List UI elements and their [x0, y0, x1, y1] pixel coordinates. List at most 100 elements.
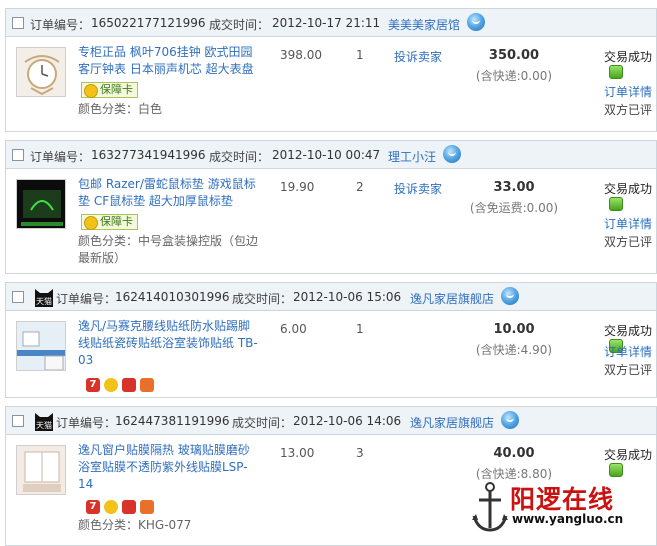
product-title-link[interactable]: 专柜正品 枫叶706挂钟 欧式田园客厅钟表 日本丽声机芯 超大表盘	[78, 44, 260, 78]
order-no-label: 订单编号：	[56, 416, 117, 430]
quantity: 1	[356, 322, 364, 336]
tmall-icon: 天猫	[35, 289, 53, 307]
shop-link[interactable]: 逸凡家居旗舰店	[410, 414, 494, 431]
order-header: 订单编号： 163277341941996 成交时间： 2012-10-10 0…	[6, 141, 656, 169]
wangwang-chat-icon[interactable]	[467, 13, 485, 31]
unit-price: 398.00	[280, 48, 322, 62]
product-title-link[interactable]: 包邮 Razer/雷蛇鼠标垫 游戏鼠标垫 CF鼠标垫 超大加厚鼠标垫	[78, 176, 260, 210]
order-checkbox[interactable]	[12, 149, 24, 161]
order-total: 10.00	[493, 322, 535, 337]
order-no-label: 订单编号：	[30, 150, 91, 164]
watermark-text: 阳逻在线	[510, 485, 615, 514]
shipping-fee: (含快递:0.00)	[475, 69, 553, 83]
deal-time: 2012-10-17 21:11	[272, 16, 381, 30]
order-checkbox[interactable]	[12, 17, 24, 29]
trade-status: 交易成功	[604, 324, 653, 338]
order-detail-link[interactable]: 订单详情	[604, 343, 652, 360]
trade-status: 交易成功	[604, 182, 653, 196]
variant-value: KHG-077	[138, 518, 192, 532]
order-header: 天猫 订单编号： 162447381191996 成交时间： 2012-10-0…	[6, 407, 656, 435]
unit-price: 19.90	[280, 180, 315, 194]
order-no: 162414010301996	[115, 290, 230, 304]
order-detail-link[interactable]: 订单详情	[604, 215, 652, 232]
order-total: 350.00	[488, 48, 540, 63]
order-checkbox[interactable]	[12, 415, 24, 427]
wangwang-chat-icon[interactable]	[443, 145, 461, 163]
deal-time: 2012-10-06 15:06	[293, 290, 402, 304]
tmall-icon-text: 天猫	[36, 296, 52, 306]
product-variant: 颜色分类：中号盒装操控版（包边最新版）	[78, 233, 263, 267]
shipping-fee: (含快递:4.90)	[475, 343, 553, 357]
service-icons: 7	[86, 377, 158, 392]
order-header: 天猫 订单编号： 162414010301996 成交时间： 2012-10-0…	[6, 283, 656, 311]
quantity: 2	[356, 180, 364, 194]
order-card: 天猫 订单编号： 162414010301996 成交时间： 2012-10-0…	[5, 282, 657, 398]
rating-status: 双方已评	[604, 103, 653, 117]
unit-price: 13.00	[280, 446, 315, 460]
deal-time-label: 成交时间：	[232, 292, 293, 306]
status-icon	[609, 197, 623, 211]
product-variant: 颜色分类：白色	[78, 101, 263, 118]
order-card: 订单编号： 163277341941996 成交时间： 2012-10-10 0…	[5, 140, 657, 274]
guarantee-icon[interactable]	[104, 377, 118, 392]
genuine-icon[interactable]	[122, 377, 136, 392]
variant-label: 颜色分类：	[78, 102, 139, 116]
deal-time: 2012-10-10 00:47	[272, 148, 381, 162]
shop-link[interactable]: 理工小汪	[388, 148, 436, 165]
deal-time: 2012-10-06 14:06	[293, 414, 402, 428]
seven-day-return-icon[interactable]: 7	[86, 377, 100, 392]
variant-label: 颜色分类：	[78, 518, 139, 532]
seven-day-return-icon[interactable]: 7	[86, 499, 100, 514]
shipping-fee: (含免运费:0.00)	[469, 201, 559, 215]
service-icons: 7	[86, 499, 158, 514]
product-thumbnail[interactable]	[16, 445, 66, 495]
order-header: 订单编号： 165022177121996 成交时间： 2012-10-17 2…	[6, 9, 656, 37]
quantity: 1	[356, 48, 364, 62]
tmall-icon-text: 天猫	[36, 420, 52, 430]
shop-link[interactable]: 美美美家居馆	[388, 16, 460, 33]
order-no: 165022177121996	[91, 16, 206, 30]
guarantee-icon[interactable]	[104, 499, 118, 514]
shop-link[interactable]: 逸凡家居旗舰店	[410, 290, 494, 307]
bathroom-image	[17, 322, 65, 370]
variant-value: 白色	[138, 102, 163, 116]
status-icon	[609, 463, 623, 477]
product-thumbnail[interactable]	[16, 179, 66, 229]
product-thumbnail[interactable]	[16, 321, 66, 371]
tmall-icon: 天猫	[35, 413, 53, 431]
status-icon	[609, 65, 623, 79]
wall-clock-image	[17, 48, 65, 96]
product-title-link[interactable]: 逸凡窗户贴膜隔热 玻璃贴膜磨砂浴室贴膜不透防紫外线贴膜LSP-14	[78, 442, 260, 493]
variant-label: 颜色分类：	[78, 234, 139, 248]
wangwang-chat-icon[interactable]	[501, 287, 519, 305]
order-detail-link[interactable]: 订单详情	[604, 83, 652, 100]
order-card: 订单编号： 165022177121996 成交时间： 2012-10-17 2…	[5, 8, 657, 132]
rating-status: 双方已评	[604, 235, 653, 249]
deal-time-label: 成交时间：	[209, 150, 270, 164]
mousepad-image	[17, 180, 65, 228]
order-no: 162447381191996	[115, 414, 230, 428]
watermark-url: www.yangluo.cn	[512, 512, 624, 526]
quantity: 3	[356, 446, 364, 460]
authentic-icon[interactable]	[140, 499, 154, 514]
order-checkbox[interactable]	[12, 291, 24, 303]
genuine-icon[interactable]	[122, 499, 136, 514]
wangwang-chat-icon[interactable]	[501, 411, 519, 429]
trade-status: 交易成功	[604, 50, 653, 64]
authentic-icon[interactable]	[140, 377, 154, 392]
guarantee-badge[interactable]: 保障卡	[81, 82, 138, 98]
order-no: 163277341941996	[91, 148, 206, 162]
product-thumbnail[interactable]	[16, 47, 66, 97]
order-no-label: 订单编号：	[30, 18, 91, 32]
deal-time-label: 成交时间：	[209, 18, 270, 32]
watermark: 阳逻在线 www.yangluo.cn	[470, 478, 655, 538]
complain-seller-link[interactable]: 投诉卖家	[394, 48, 442, 65]
product-title-link[interactable]: 逸凡/马赛克腰线贴纸防水贴踢脚线贴纸瓷砖贴纸浴室装饰贴纸 TB-03	[78, 318, 260, 369]
order-no-label: 订单编号：	[56, 292, 117, 306]
product-variant: 颜色分类：KHG-077	[78, 517, 263, 534]
order-total: 40.00	[493, 446, 535, 461]
complain-seller-link[interactable]: 投诉卖家	[394, 180, 442, 197]
anchor-logo-icon	[472, 482, 508, 532]
rating-status: 双方已评	[604, 363, 653, 377]
guarantee-badge[interactable]: 保障卡	[81, 214, 138, 230]
